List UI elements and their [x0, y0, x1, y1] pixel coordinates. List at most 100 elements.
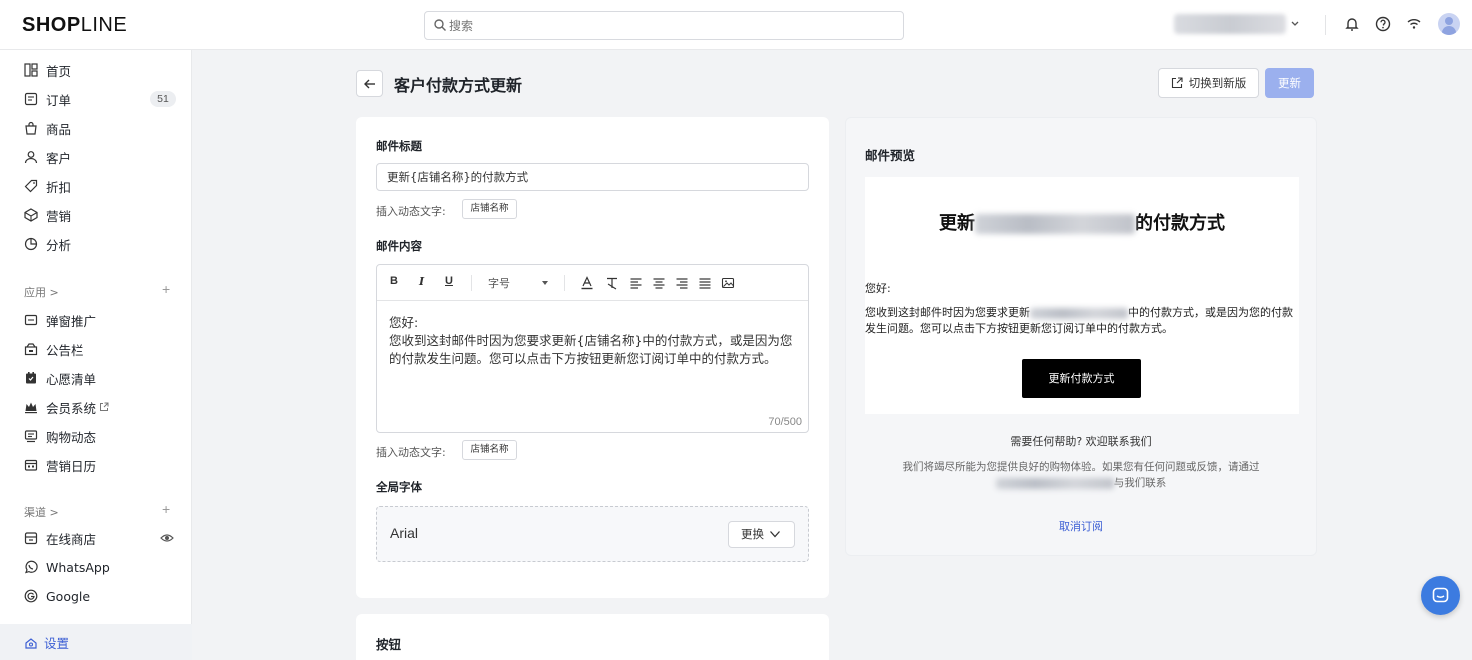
align-center-icon[interactable] [652, 276, 666, 290]
button-section-label: 按钮 [376, 637, 402, 652]
sidebar-item-label: 折扣 [46, 179, 72, 195]
button-settings-card: 按钮 [356, 614, 829, 660]
image-icon[interactable] [721, 276, 735, 290]
avatar[interactable] [1438, 13, 1460, 35]
popup-icon [24, 314, 38, 326]
calendar-icon [24, 459, 38, 471]
preview-heading: 更新 的付款方式 [865, 209, 1299, 235]
sidebar-item-label: 在线商店 [46, 531, 97, 547]
update-payment-button[interactable]: 更新付款方式 [1022, 359, 1141, 398]
switch-version-label: 切换到新版 [1188, 76, 1247, 90]
editor-content[interactable]: 您好: 您收到这封邮件时因为您要求更新{店铺名称}中的付款方式，或是因为您的付款… [389, 314, 799, 368]
align-justify-icon[interactable] [698, 276, 712, 290]
preview-heading-suffix: 的付款方式 [1135, 213, 1225, 234]
subject-input[interactable]: 更新{店铺名称}的付款方式 [376, 163, 809, 191]
divider [1325, 15, 1326, 35]
help-icon[interactable] [1374, 15, 1392, 33]
preview-footer-contact: 与我们联系 [1113, 477, 1167, 489]
sidebar-item-label: 设置 [44, 636, 70, 651]
insert-store-name-button[interactable]: 店铺名称 [462, 440, 517, 460]
text-color-icon[interactable] [580, 276, 594, 290]
caret-down-icon[interactable] [541, 280, 549, 286]
underline-button[interactable]: U [445, 275, 453, 287]
sidebar-item-products[interactable]: 商品 [24, 117, 71, 139]
sidebar-item-home[interactable]: 首页 [24, 59, 71, 81]
activity-icon [24, 430, 38, 443]
chat-icon [1432, 587, 1449, 603]
switch-version-button[interactable]: 切换到新版 [1158, 68, 1259, 98]
settings-icon [25, 638, 37, 649]
unsubscribe-link[interactable]: 取消订阅 [846, 518, 1316, 534]
sidebar-item-orders[interactable]: 订单 [24, 88, 71, 110]
sidebar-item-marketing[interactable]: 营销 [24, 204, 71, 226]
shopline-logo[interactable]: SHOPLINE [22, 14, 127, 37]
sidebar-item-online-store[interactable]: 在线商店 [24, 527, 96, 549]
bell-icon[interactable] [1343, 15, 1361, 33]
google-icon [24, 589, 38, 603]
sidebar-item-label: 营销日历 [46, 458, 97, 474]
sidebar-item-analytics[interactable]: 分析 [24, 233, 71, 255]
chat-support-button[interactable] [1421, 576, 1460, 615]
crown-icon [25, 402, 37, 414]
eye-icon[interactable] [160, 531, 174, 545]
wifi-icon[interactable] [1405, 15, 1423, 33]
search-box[interactable] [424, 11, 904, 40]
sidebar-item-marketing-calendar[interactable]: 营销日历 [24, 454, 96, 476]
update-button[interactable]: 更新 [1265, 68, 1314, 98]
apps-section-label[interactable]: 应用 > [24, 284, 59, 300]
toolbar-divider [471, 275, 472, 291]
insert-dynamic-label: 插入动态文字: [376, 205, 446, 218]
email-preview: 更新 的付款方式 您好: 您收到这封邮件时因为您要求更新 中的付款方式，或是因为您的… [865, 177, 1299, 414]
editor-toolbar: B I U 字号 [377, 265, 808, 301]
sidebar-item-label: Google [46, 588, 91, 604]
bold-button[interactable]: B [390, 275, 398, 287]
sidebar-item-label: 分析 [46, 237, 72, 253]
font-selector: Arial 更换 [376, 506, 809, 562]
sidebar: 首页 订单 51 商品 客户 折扣 营销 分析 应用 > + 弹窗推广 公告栏 … [0, 50, 192, 660]
back-button[interactable] [356, 70, 383, 97]
chevron-down-icon[interactable] [1290, 19, 1300, 29]
sidebar-item-whatsapp[interactable]: WhatsApp [24, 556, 110, 578]
sidebar-item-label: 公告栏 [46, 342, 84, 358]
sidebar-item-wishlist[interactable]: 心愿清单 [24, 367, 96, 389]
sidebar-item-popup[interactable]: 弹窗推广 [24, 309, 96, 331]
channels-section-label[interactable]: 渠道 > [24, 504, 59, 520]
sidebar-item-label: 弹窗推广 [46, 313, 97, 329]
content-label: 邮件内容 [376, 239, 422, 253]
italic-button[interactable]: I [419, 275, 424, 288]
sidebar-item-customers[interactable]: 客户 [24, 146, 71, 168]
sidebar-item-label: 客户 [46, 150, 72, 166]
change-font-button[interactable]: 更换 [728, 521, 795, 548]
sidebar-item-google[interactable]: Google [24, 585, 90, 607]
align-left-icon[interactable] [629, 276, 643, 290]
character-counter: 70/500 [768, 416, 802, 428]
global-font-label: 全局字体 [376, 480, 422, 494]
sidebar-item-settings[interactable]: 设置 [0, 624, 192, 660]
sidebar-item-shopping-activity[interactable]: 购物动态 [24, 425, 96, 447]
font-size-select[interactable]: 字号 [488, 275, 510, 291]
search-icon [434, 19, 446, 31]
sidebar-item-label: 会员系统 [46, 400, 97, 416]
sidebar-item-label: WhatsApp [46, 559, 110, 575]
sidebar-item-discounts[interactable]: 折扣 [24, 175, 71, 197]
external-link-icon [100, 402, 109, 411]
sidebar-item-label: 购物动态 [46, 429, 97, 445]
sidebar-item-label: 订单 [46, 92, 72, 108]
top-bar: SHOPLINE [0, 0, 1472, 50]
preview-title: 邮件预览 [865, 148, 916, 163]
subject-label: 邮件标题 [376, 139, 422, 153]
sidebar-item-announcement[interactable]: 公告栏 [24, 338, 84, 360]
sidebar-item-label: 营销 [46, 208, 72, 224]
clear-format-icon[interactable] [605, 276, 619, 290]
chevron-down-icon [770, 531, 780, 538]
search-input[interactable] [449, 16, 889, 36]
insert-store-name-button[interactable]: 店铺名称 [462, 199, 517, 219]
content-editor[interactable]: B I U 字号 您好: 您收到这封邮件时因为您要求更新{店铺名称}中的付款方式… [376, 264, 809, 433]
blurred-store-name [1030, 307, 1128, 319]
add-channel-icon[interactable]: + [162, 501, 170, 517]
add-app-icon[interactable]: + [162, 281, 170, 297]
preview-help-text: 需要任何帮助? 欢迎联系我们 [1010, 435, 1152, 448]
align-right-icon[interactable] [675, 276, 689, 290]
sidebar-item-membership[interactable]: 会员系统 [24, 396, 109, 418]
store-name[interactable] [1174, 14, 1286, 34]
